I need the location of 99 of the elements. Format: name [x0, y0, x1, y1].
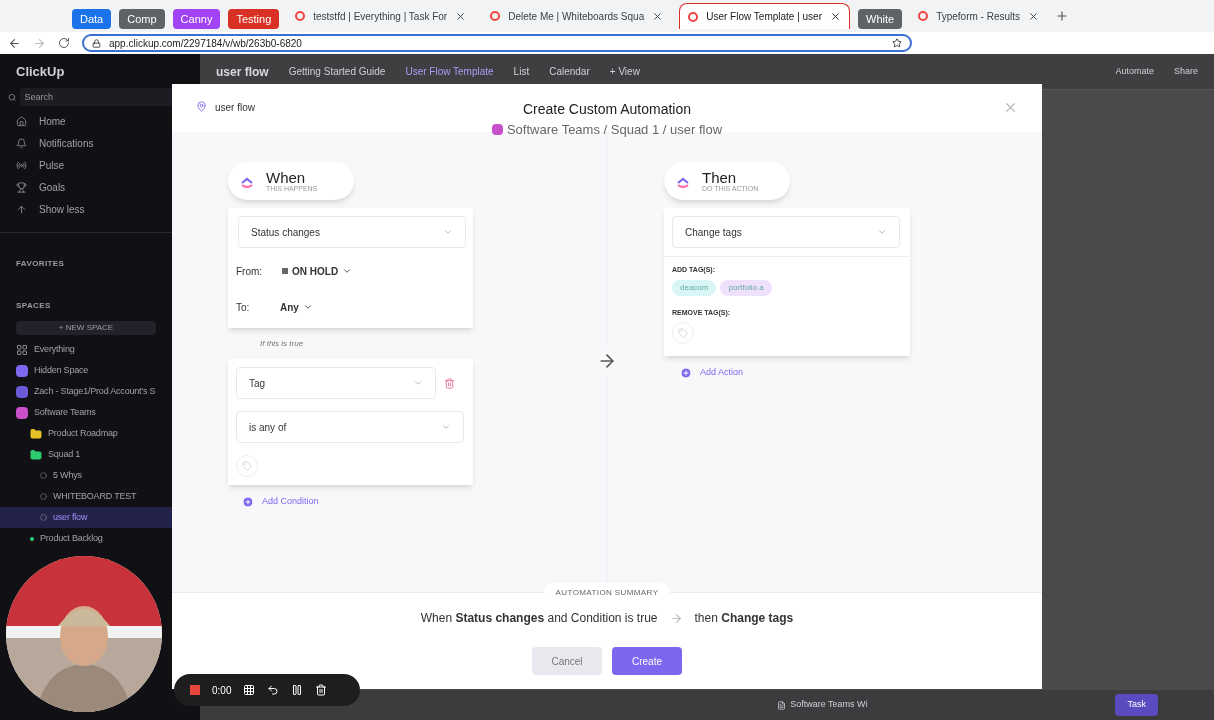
step-title: Then [702, 170, 738, 185]
trash-icon[interactable] [315, 684, 328, 696]
field-label: From: [236, 264, 264, 279]
browser-tab[interactable]: Typeform - Results [910, 3, 1048, 29]
tab-favicon-icon [688, 11, 699, 22]
browser-tab[interactable]: User Flow Template | user [679, 3, 850, 29]
new-tab-icon[interactable] [1055, 9, 1070, 23]
location-label: user flow [215, 101, 255, 115]
step-title: When [266, 170, 307, 185]
sidebar-item[interactable]: Hidden Space [0, 360, 172, 381]
nav-item[interactable]: Notifications [0, 132, 200, 154]
chevron-down-icon [413, 378, 423, 388]
close-icon[interactable] [652, 10, 664, 22]
undo-icon[interactable] [267, 684, 280, 696]
tab-group-label[interactable]: White [858, 8, 903, 29]
chevron-down-icon [441, 422, 451, 432]
share-button[interactable]: Share [1173, 64, 1198, 79]
search-icon [8, 92, 17, 102]
view-tab[interactable]: + View [609, 64, 640, 79]
new-space-button[interactable]: + NEW SPACE [16, 321, 156, 335]
dialog-title: Create Custom Automation [522, 100, 692, 119]
section-heading: FAVORITES [16, 259, 65, 268]
sidebar-item[interactable]: 5 Whys [0, 465, 172, 486]
tab-title: User Flow Template | user [706, 10, 822, 24]
sidebar-item[interactable]: Software Teams [0, 402, 172, 423]
trigger-select[interactable]: Status changes [238, 216, 466, 248]
nav-item[interactable]: Goals [0, 176, 200, 198]
nav-item[interactable]: Home [0, 110, 200, 132]
chevron-down-icon [342, 266, 353, 276]
nav-icon [16, 181, 27, 193]
sidebar-item[interactable]: Everything [0, 339, 172, 360]
section-heading: SPACES [16, 301, 51, 310]
tab-favicon-icon [295, 11, 306, 21]
tab-group-label[interactable]: Data [72, 8, 112, 29]
sidebar-item[interactable]: WHITEBOARD TEST [0, 486, 172, 507]
tab-group-label[interactable]: Canny [172, 8, 221, 29]
grid-icon [16, 343, 28, 356]
sidebar-item[interactable]: Product Backlog [0, 528, 172, 549]
grid-icon[interactable] [243, 684, 256, 696]
browser-tab[interactable]: Delete Me | Whiteboards Squa [482, 3, 672, 29]
field-label: To: [236, 300, 251, 315]
view-tab[interactable]: Calendar [549, 64, 590, 79]
chevron-down-icon [877, 227, 887, 237]
location-pin-icon [196, 101, 207, 112]
chevron-down-icon [302, 302, 313, 312]
chevron-down-icon [443, 227, 453, 237]
browser-tab[interactable]: teststfd | Everything | Task For [287, 3, 475, 29]
sidebar-item[interactable]: user flow [0, 507, 172, 528]
recording-time: 0:00 [212, 683, 232, 698]
add-condition-button[interactable]: Add Condition [242, 495, 319, 509]
close-icon[interactable] [1028, 10, 1040, 22]
task-button[interactable]: Task [1115, 694, 1158, 716]
plus-circle-icon [242, 495, 254, 508]
arrow-right-icon [669, 611, 683, 625]
create-button[interactable]: Create [612, 647, 682, 675]
view-tab[interactable]: List [513, 64, 530, 79]
document-icon [777, 700, 787, 710]
reload-icon[interactable] [58, 37, 70, 49]
bookmark-star-icon[interactable] [892, 38, 902, 48]
plus-circle-icon [680, 366, 692, 379]
tab-group-label[interactable]: Testing [228, 8, 280, 29]
back-icon[interactable] [8, 36, 21, 50]
automate-button[interactable]: Automate [1115, 64, 1154, 79]
summary-text: then Change tags [694, 610, 794, 627]
cancel-button[interactable]: Cancel [532, 647, 602, 675]
nav-icon [16, 115, 27, 127]
lock-icon [92, 38, 101, 48]
breadcrumb: Software Teams / Squad 1 / user flow [491, 120, 723, 140]
address-bar[interactable]: app.clickup.com/2297184/v/wb/263b0-6820 [82, 34, 912, 52]
tab-favicon-icon [490, 11, 501, 21]
clickup-logo: ClickUp [15, 63, 66, 81]
nav-icon [16, 203, 27, 215]
page-title: user flow [216, 63, 269, 81]
condition-field-select[interactable]: Tag [236, 367, 436, 399]
nav-icon [16, 137, 27, 149]
tab-favicon-icon [918, 11, 929, 21]
nav-icon [16, 159, 27, 171]
sidebar-item[interactable]: Product Roadmap [0, 423, 172, 444]
close-icon[interactable] [455, 10, 467, 22]
nav-item[interactable]: Show less [0, 198, 200, 220]
add-action-button[interactable]: Add Action [680, 366, 744, 380]
tab-title: teststfd | Everything | Task For [313, 9, 448, 24]
tab-title: Delete Me | Whiteboards Squa [508, 9, 645, 24]
sidebar-item[interactable]: Zach - Stage1/Prod Account's S [0, 381, 172, 402]
view-tab[interactable]: User Flow Template [405, 64, 494, 79]
operator-select[interactable]: is any of [236, 411, 464, 443]
condition-caption: If this is true [260, 338, 305, 350]
tab-title: Typeform - Results [936, 9, 1021, 24]
pause-icon[interactable] [291, 684, 304, 696]
view-tab[interactable]: Getting Started Guide [288, 64, 386, 79]
sidebar-item[interactable]: Squad 1 [0, 444, 172, 465]
nav-item[interactable]: Pulse [0, 154, 200, 176]
action-select[interactable]: Change tags [672, 216, 900, 248]
status-select[interactable]: Any [280, 299, 313, 315]
tab-group-label[interactable]: Comp [119, 8, 165, 29]
summary-text: When Status changes and Condition is true [420, 610, 658, 627]
status-select[interactable]: ON HOLD [282, 263, 353, 279]
doc-chip[interactable]: Software Teams Wi [777, 698, 868, 712]
close-icon[interactable] [830, 11, 841, 22]
